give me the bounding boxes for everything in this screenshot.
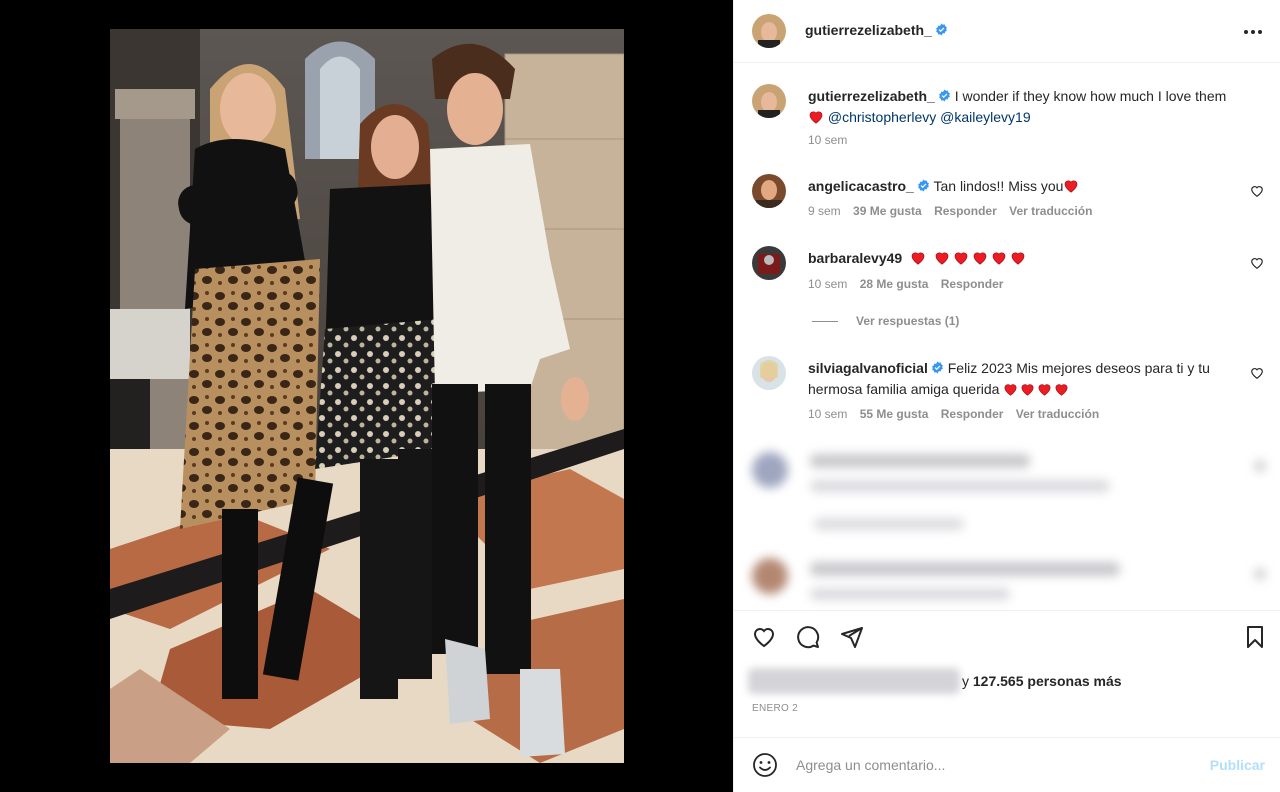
caption-text-block: gutierrezelizabeth_ I wonder if they kno… xyxy=(808,86,1228,128)
red-heart-emoji xyxy=(1004,384,1017,396)
verified-icon xyxy=(935,23,947,36)
comment-hearts xyxy=(1003,381,1071,397)
red-heart-emoji xyxy=(809,111,823,124)
caption-meta: 10 sem xyxy=(808,133,856,147)
comment-text-block: silviagalvanoficial Feliz 2023 Mis mejor… xyxy=(808,358,1238,400)
post-actions-bar xyxy=(734,610,1280,660)
mention-link-1[interactable]: @christopherlevy xyxy=(828,109,936,125)
likes-summary[interactable]: y 127.565 personas más xyxy=(748,668,1268,694)
likes-text: y 127.565 personas más xyxy=(962,673,1122,689)
blurred-text xyxy=(810,480,1110,492)
red-heart-emoji xyxy=(954,252,968,265)
red-heart-emoji xyxy=(973,252,987,265)
blurred-text xyxy=(810,588,1010,600)
red-heart-emoji xyxy=(1065,180,1078,193)
comment-composer: Publicar xyxy=(734,737,1280,792)
author-avatar[interactable] xyxy=(752,84,786,118)
reply-button[interactable]: Responder xyxy=(934,204,997,218)
reply-button[interactable]: Responder xyxy=(941,277,1004,291)
red-heart-emoji xyxy=(1055,384,1068,396)
comment-likes-count[interactable]: 39 Me gusta xyxy=(853,204,922,218)
author-username-link[interactable]: gutierrezelizabeth_ xyxy=(805,22,948,38)
comment-meta: 10 sem 28 Me gusta Responder xyxy=(808,277,1012,291)
more-options-icon xyxy=(1244,30,1262,34)
red-heart-emoji xyxy=(1011,252,1025,265)
comment-text-block: angelicacastro_ Tan lindos!! Miss you xyxy=(808,176,1228,197)
blurred-text xyxy=(810,562,1120,576)
red-heart-emoji xyxy=(992,252,1006,265)
commenter-avatar[interactable] xyxy=(752,356,786,390)
post-header: gutierrezelizabeth_ xyxy=(734,0,1280,63)
red-heart-emoji xyxy=(1021,384,1034,396)
comment-username[interactable]: barbaralevy49 xyxy=(808,250,902,266)
post-photo-illustration xyxy=(110,29,624,763)
comment-username[interactable]: angelicacastro_ xyxy=(808,178,914,194)
reply-button[interactable]: Responder xyxy=(941,407,1004,421)
likes-count[interactable]: 127.565 personas más xyxy=(973,673,1122,689)
emoji-icon[interactable] xyxy=(752,752,778,778)
share-icon[interactable] xyxy=(840,625,864,649)
comment-hearts xyxy=(910,250,1026,266)
like-comment-icon[interactable] xyxy=(1250,256,1264,270)
blurred-avatar xyxy=(752,558,788,594)
blurred-avatar xyxy=(752,452,788,488)
like-comment-icon[interactable] xyxy=(1250,184,1264,198)
blurred-comments xyxy=(734,440,1280,610)
mention-link-2[interactable]: @kaileylevy19 xyxy=(940,109,1030,125)
comment-meta: 9 sem 39 Me gusta Responder Ver traducci… xyxy=(808,204,1101,218)
red-heart-emoji xyxy=(1038,384,1051,396)
author-avatar[interactable] xyxy=(752,14,786,48)
comment-time[interactable]: 10 sem xyxy=(808,407,847,421)
comment-meta: 10 sem 55 Me gusta Responder Ver traducc… xyxy=(808,407,1108,421)
post-date[interactable]: ENERO 2 xyxy=(752,703,798,714)
red-heart-emoji xyxy=(935,252,949,265)
comment-likes-count[interactable]: 55 Me gusta xyxy=(860,407,929,421)
blurred-icon xyxy=(1254,460,1266,472)
see-translation-button[interactable]: Ver traducción xyxy=(1009,204,1092,218)
blurred-text xyxy=(814,518,964,530)
more-options-button[interactable] xyxy=(1241,20,1265,44)
comment-text-block: barbaralevy49 xyxy=(808,248,1228,269)
photo-pane xyxy=(0,0,733,792)
post-details-panel: gutierrezelizabeth_ gutierrezelizabeth_ … xyxy=(733,0,1280,792)
comment-input[interactable] xyxy=(796,754,1196,776)
comment-likes-count[interactable]: 28 Me gusta xyxy=(860,277,929,291)
verified-icon xyxy=(917,179,929,192)
caption-text: I wonder if they know how much I love th… xyxy=(954,88,1227,104)
publish-button[interactable]: Publicar xyxy=(1210,757,1265,773)
comment-text: Tan lindos!! Miss you xyxy=(933,178,1064,194)
blurred-likers xyxy=(748,668,960,694)
verified-icon xyxy=(938,89,950,102)
bookmark-icon[interactable] xyxy=(1243,625,1267,649)
verified-icon xyxy=(931,361,943,374)
caption-username[interactable]: gutierrezelizabeth_ xyxy=(808,88,935,104)
likes-prefix: y xyxy=(962,673,969,689)
comment-time[interactable]: 10 sem xyxy=(808,277,847,291)
blurred-icon xyxy=(1254,568,1266,580)
view-replies-button[interactable]: Ver respuestas (1) xyxy=(856,314,959,328)
post-photo[interactable] xyxy=(110,29,624,763)
commenter-avatar[interactable] xyxy=(752,174,786,208)
comment-username[interactable]: silviagalvanoficial xyxy=(808,360,928,376)
heart-outline-icon[interactable] xyxy=(752,625,776,649)
commenter-avatar[interactable] xyxy=(752,246,786,280)
author-username[interactable]: gutierrezelizabeth_ xyxy=(805,22,932,38)
see-translation-button[interactable]: Ver traducción xyxy=(1016,407,1099,421)
comment-time[interactable]: 9 sem xyxy=(808,204,841,218)
replies-divider-line xyxy=(812,321,838,322)
red-heart-emoji xyxy=(911,252,925,265)
like-comment-icon[interactable] xyxy=(1250,366,1264,380)
caption-time[interactable]: 10 sem xyxy=(808,133,847,147)
blurred-text xyxy=(810,454,1030,468)
comment-icon[interactable] xyxy=(796,625,820,649)
